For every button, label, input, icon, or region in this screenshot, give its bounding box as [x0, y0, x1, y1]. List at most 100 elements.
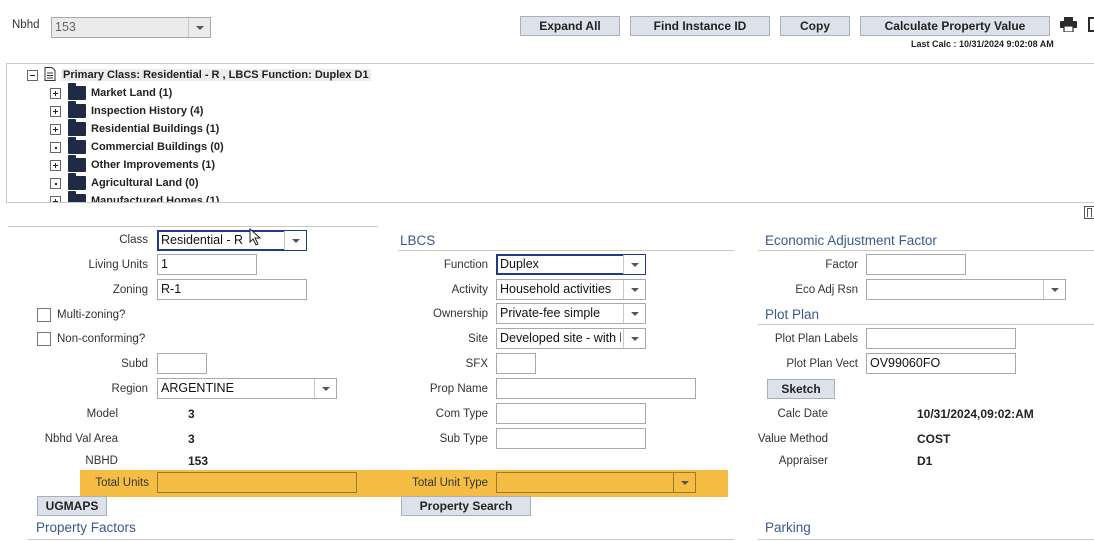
plot-plan-vect-label: Plot Plan Vect — [786, 358, 858, 370]
tree-item-label: Other Improvements (1) — [91, 159, 216, 171]
nbhd-select[interactable]: 153 — [51, 17, 211, 38]
prop-name-label: Prop Name — [429, 383, 488, 395]
function-select[interactable]: Duplex — [496, 254, 646, 275]
calculate-property-value-button[interactable]: Calculate Property Value — [860, 16, 1050, 36]
plot-plan-labels-input[interactable] — [866, 328, 1016, 349]
subd-input[interactable] — [157, 353, 207, 374]
ownership-select-value: Private-fee simple — [500, 306, 601, 320]
tree-item-label: Market Land (1) — [91, 87, 173, 99]
total-unit-type-label: Total Unit Type — [412, 477, 488, 489]
sfx-input[interactable] — [496, 353, 536, 374]
expand-icon[interactable] — [50, 106, 61, 117]
nbhd-select-value: 153 — [55, 20, 76, 34]
collapse-icon[interactable] — [27, 70, 38, 81]
tree-item-label: Commercial Buildings (0) — [91, 141, 224, 153]
expand-all-button[interactable]: Expand All — [520, 16, 620, 36]
tree-item-label: Agricultural Land (0) — [91, 177, 199, 189]
plot-plan-heading: Plot Plan — [765, 307, 820, 322]
chevron-down-icon[interactable] — [314, 379, 336, 398]
divider — [398, 250, 734, 251]
ownership-label: Ownership — [433, 308, 488, 320]
folder-icon — [68, 191, 86, 202]
tree-item-label: Residential Buildings (1) — [91, 123, 220, 135]
nbhd-field-value: 153 — [188, 454, 209, 468]
sketch-button[interactable]: Sketch — [767, 379, 835, 399]
property-factors-heading: Property Factors — [36, 520, 136, 535]
property-search-button[interactable]: Property Search — [401, 496, 531, 516]
model-value: 3 — [188, 407, 195, 421]
plot-plan-vect-input[interactable]: OV99060FO — [866, 353, 1016, 374]
leaf-icon[interactable] — [50, 178, 61, 189]
folder-icon — [68, 137, 86, 154]
eco-adj-rsn-select[interactable] — [866, 279, 1066, 300]
find-instance-id-button[interactable]: Find Instance ID — [630, 16, 770, 36]
printer-icon[interactable] — [1060, 17, 1077, 33]
chevron-down-icon[interactable] — [188, 18, 210, 37]
panel-icon[interactable] — [1088, 17, 1094, 32]
folder-icon — [68, 173, 86, 190]
nbhd-val-area-value: 3 — [188, 432, 195, 446]
activity-select[interactable]: Household activities — [496, 279, 646, 300]
divider — [8, 226, 378, 227]
folder-icon — [68, 119, 86, 136]
non-conforming-label: Non-conforming? — [57, 333, 146, 345]
leaf-icon[interactable] — [50, 142, 61, 153]
document-icon — [44, 67, 56, 81]
chevron-down-icon[interactable] — [284, 231, 306, 250]
factor-label: Factor — [825, 259, 858, 271]
class-select[interactable]: Residential - R — [157, 230, 307, 251]
sub-type-input[interactable] — [496, 428, 646, 449]
value-method-label: Value Method — [757, 433, 828, 445]
calc-date-label: Calc Date — [777, 408, 829, 420]
tree-root-label: Primary Class: Residential - R , LBCS Fu… — [61, 69, 371, 81]
chevron-down-icon[interactable] — [1043, 280, 1065, 299]
parking-heading: Parking — [765, 520, 811, 535]
appraiser-label: Appraiser — [778, 455, 828, 467]
non-conforming-checkbox[interactable] — [37, 332, 51, 346]
expand-icon[interactable] — [50, 88, 61, 99]
expand-icon[interactable] — [50, 160, 61, 171]
subd-label: Subd — [121, 358, 148, 370]
tree-item-label: Inspection History (4) — [91, 105, 204, 117]
region-label: Region — [111, 383, 148, 395]
chevron-down-icon[interactable] — [623, 304, 645, 323]
zoning-input[interactable]: R-1 — [157, 279, 307, 300]
living-units-input[interactable]: 1 — [157, 254, 257, 275]
nbhd-label: Nbhd — [12, 19, 40, 31]
mouse-cursor-icon — [249, 228, 262, 246]
total-units-input[interactable] — [157, 472, 357, 493]
chevron-down-icon[interactable] — [673, 473, 695, 492]
prop-name-input[interactable] — [496, 378, 696, 399]
site-label: Site — [468, 333, 488, 345]
bookmark-icon[interactable] — [1084, 206, 1094, 219]
chevron-down-icon[interactable] — [623, 280, 645, 299]
folder-icon — [68, 83, 86, 100]
class-select-value: Residential - R — [161, 233, 243, 247]
site-select-value: Developed site - with buildings — [500, 331, 621, 345]
eco-adj-heading: Economic Adjustment Factor — [765, 233, 937, 248]
factor-input[interactable] — [866, 254, 966, 275]
tree-panel: Primary Class: Residential - R , LBCS Fu… — [6, 63, 1094, 203]
region-select-value: ARGENTINE — [161, 381, 234, 395]
chevron-down-icon[interactable] — [623, 255, 645, 274]
copy-button[interactable]: Copy — [780, 16, 850, 36]
appraiser-value: D1 — [917, 454, 933, 468]
chevron-down-icon[interactable] — [623, 329, 645, 348]
total-unit-type-select[interactable] — [496, 472, 696, 493]
site-select[interactable]: Developed site - with buildings — [496, 328, 646, 349]
sub-type-label: Sub Type — [439, 433, 488, 445]
ugmaps-button[interactable]: UGMAPS — [37, 496, 107, 516]
folder-icon — [68, 101, 86, 118]
function-select-value: Duplex — [500, 257, 539, 271]
calc-date-value: 10/31/2024,09:02:AM — [917, 407, 1034, 421]
divider — [28, 539, 734, 540]
zoning-label: Zoning — [112, 284, 148, 296]
last-calc-text: Last Calc : 10/31/2024 9:02:08 AM — [911, 39, 1054, 49]
nbhd-field-label: NBHD — [85, 455, 118, 467]
com-type-input[interactable] — [496, 403, 646, 424]
expand-icon[interactable] — [50, 124, 61, 135]
ownership-select[interactable]: Private-fee simple — [496, 303, 646, 324]
multi-zoning-checkbox[interactable] — [37, 308, 51, 322]
expand-icon[interactable] — [50, 196, 61, 202]
region-select[interactable]: ARGENTINE — [157, 378, 337, 399]
